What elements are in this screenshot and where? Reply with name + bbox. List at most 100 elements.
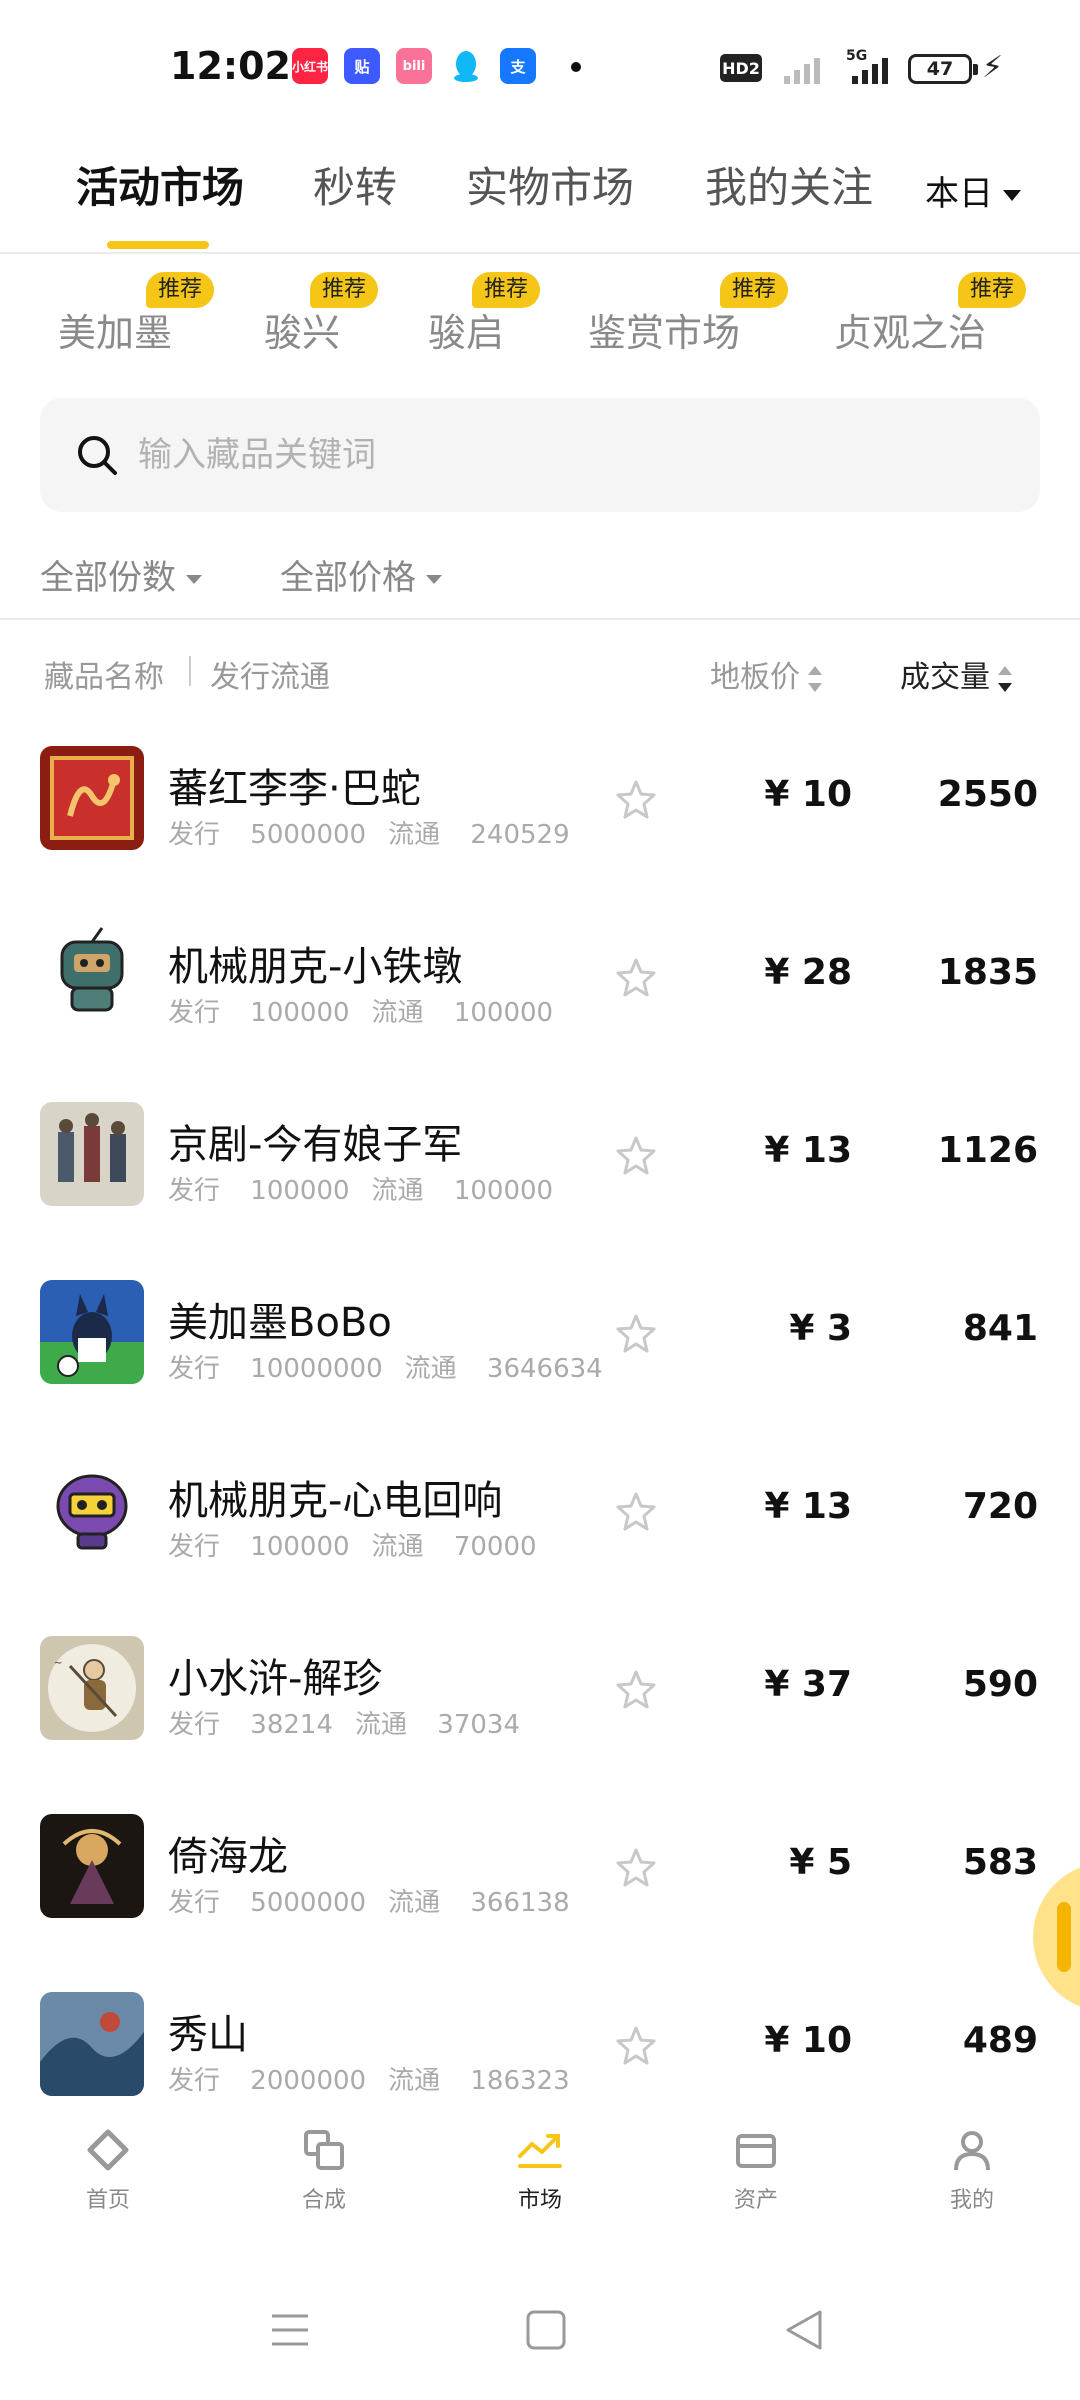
market-trend-icon <box>518 2134 562 2168</box>
item-name: 京剧-今有娘子军 <box>168 1122 463 1168</box>
list-item[interactable]: 秀山 发行 2000000 流通 186323 ¥ 10 489 <box>0 1946 1080 2100</box>
item-circulation: 流通 100000 <box>371 998 554 1028</box>
collectible-thumbnail <box>40 746 144 850</box>
list-item[interactable]: 京剧-今有娘子军 发行 100000 流通 100000 ¥ 13 1126 <box>0 1056 1080 1234</box>
nav-home[interactable]: 首页 <box>38 2126 178 2236</box>
star-icon[interactable] <box>614 1312 658 1356</box>
back-icon[interactable] <box>782 2308 826 2352</box>
nav-profile[interactable]: 我的 <box>902 2126 1042 2236</box>
sort-floor-price[interactable]: 地板价 <box>710 652 822 696</box>
price-filter-label: 全部价格 <box>280 558 416 598</box>
nav-home-label: 首页 <box>85 2188 130 2213</box>
item-meta: 发行 100000 流通 100000 <box>168 1170 553 1207</box>
item-volume: 590 <box>962 1664 1038 1705</box>
tab-quick-transfer[interactable]: 秒转 <box>313 154 397 215</box>
column-name: 藏品名称 <box>44 660 164 695</box>
series-tab-appreciation-market[interactable]: 鉴赏市场 <box>588 302 740 357</box>
item-floor-price: ¥ 13 <box>764 1486 852 1527</box>
quantity-filter-label: 全部份数 <box>40 558 176 598</box>
menu-icon[interactable] <box>268 2308 312 2352</box>
item-floor-price: ¥ 28 <box>764 952 852 993</box>
nav-assets-label: 资产 <box>733 2188 778 2213</box>
item-circulation: 流通 100000 <box>371 1176 554 1206</box>
list-item[interactable]: 倚海龙 发行 5000000 流通 366138 ¥ 5 583 <box>0 1768 1080 1946</box>
item-meta: 发行 5000000 流通 240529 <box>168 814 570 851</box>
list-item[interactable]: 美加墨BoBo 发行 10000000 流通 3646634 ¥ 3 841 <box>0 1234 1080 1412</box>
system-indicators: HD2 5G 47 ⚡ <box>720 48 1010 88</box>
star-icon[interactable] <box>614 1846 658 1890</box>
item-issue: 发行 100000 <box>168 1532 350 1562</box>
item-meta: 发行 2000000 流通 186323 <box>168 2060 570 2097</box>
sort-volume-label: 成交量 <box>900 660 990 695</box>
recommend-badge: 推荐 <box>310 272 379 308</box>
star-icon[interactable] <box>614 2024 658 2068</box>
collectible-thumbnail <box>40 1280 144 1384</box>
search-bar[interactable] <box>40 398 1040 512</box>
nav-compose-label: 合成 <box>301 2188 346 2213</box>
item-circulation: 流通 70000 <box>371 1532 537 1562</box>
series-tabs: 美加墨 推荐 骏兴 推荐 骏启 推荐 鉴赏市场 推荐 贞观之治 推荐 <box>0 262 1080 372</box>
star-icon[interactable] <box>614 1668 658 1712</box>
list-item[interactable]: 机械朋克-心电回响 发行 100000 流通 70000 ¥ 13 720 <box>0 1412 1080 1590</box>
divider <box>0 618 1080 620</box>
home-button-icon[interactable] <box>524 2308 568 2352</box>
item-issue: 发行 100000 <box>168 998 350 1028</box>
collectible-thumbnail <box>40 1814 144 1918</box>
item-floor-price: ¥ 5 <box>789 1842 852 1883</box>
item-meta: 发行 5000000 流通 366138 <box>168 1882 570 1919</box>
tab-activity-market[interactable]: 活动市场 <box>76 154 244 215</box>
quantity-filter[interactable]: 全部份数 <box>40 550 202 599</box>
nav-assets[interactable]: 资产 <box>686 2126 826 2236</box>
item-issue: 发行 5000000 <box>168 820 367 850</box>
sort-volume[interactable]: 成交量 <box>900 652 1012 696</box>
item-meta: 发行 100000 流通 70000 <box>168 1526 537 1563</box>
item-circulation: 流通 3646634 <box>404 1354 603 1384</box>
item-meta: 发行 38214 流通 37034 <box>168 1704 520 1741</box>
star-icon[interactable] <box>614 778 658 822</box>
caret-down-icon <box>426 575 442 584</box>
star-icon[interactable] <box>614 956 658 1000</box>
period-select[interactable]: 本日 <box>925 166 1021 215</box>
tab-physical-market[interactable]: 实物市场 <box>466 154 634 215</box>
item-name: 倚海龙 <box>168 1834 288 1880</box>
item-issue: 发行 5000000 <box>168 1888 367 1918</box>
caret-down-icon <box>1003 190 1021 201</box>
status-bar: 12:02 小红书 贴 bili 支 HD2 5G 47 ⚡ <box>0 0 1080 130</box>
item-volume: 2550 <box>937 774 1038 815</box>
nav-compose[interactable]: 合成 <box>254 2126 394 2236</box>
tab-my-follows[interactable]: 我的关注 <box>705 154 873 215</box>
qq-icon <box>448 48 484 84</box>
caret-down-icon <box>186 575 202 584</box>
list-item[interactable]: ~ 小水浒-解珍 发行 38214 流通 37034 ¥ 37 590 <box>0 1590 1080 1768</box>
column-separator <box>189 656 191 686</box>
list-item[interactable]: 机械朋克-小铁墩 发行 100000 流通 100000 ¥ 28 1835 <box>0 878 1080 1056</box>
price-filter[interactable]: 全部价格 <box>280 550 442 599</box>
collectible-thumbnail <box>40 1992 144 2096</box>
collectible-list: 蕃红李李·巴蛇 发行 5000000 流通 240529 ¥ 10 2550 机械… <box>0 700 1080 2100</box>
item-issue: 发行 100000 <box>168 1176 350 1206</box>
series-tab-zhenguan[interactable]: 贞观之治 <box>834 302 986 357</box>
nav-market[interactable]: 市场 <box>470 2126 610 2236</box>
system-navigation-bar <box>0 2250 1080 2400</box>
charging-icon: ⚡ <box>982 50 1004 85</box>
sort-icon <box>998 665 1012 692</box>
item-circulation: 流通 186323 <box>388 2066 570 2096</box>
item-issue: 发行 10000000 <box>168 1354 383 1384</box>
market-tabs: 活动市场 秒转 实物市场 我的关注 本日 <box>0 140 1080 252</box>
sort-floor-price-label: 地板价 <box>710 660 800 695</box>
wallet-icon <box>736 2134 776 2168</box>
series-tab-junxing[interactable]: 骏兴 <box>264 302 340 357</box>
item-floor-price: ¥ 10 <box>764 2020 852 2061</box>
item-issue: 发行 38214 <box>168 1710 333 1740</box>
star-icon[interactable] <box>614 1134 658 1178</box>
series-tab-junqi[interactable]: 骏启 <box>428 302 504 357</box>
list-item[interactable]: 蕃红李李·巴蛇 发行 5000000 流通 240529 ¥ 10 2550 <box>0 700 1080 878</box>
search-input[interactable] <box>138 398 998 512</box>
bilibili-icon: bili <box>396 48 432 84</box>
series-tab-meijiamo[interactable]: 美加墨 <box>58 302 172 357</box>
star-icon[interactable] <box>614 1490 658 1534</box>
divider <box>0 252 1080 254</box>
item-floor-price: ¥ 3 <box>789 1308 852 1349</box>
item-issue: 发行 2000000 <box>168 2066 367 2096</box>
item-volume: 720 <box>962 1486 1038 1527</box>
